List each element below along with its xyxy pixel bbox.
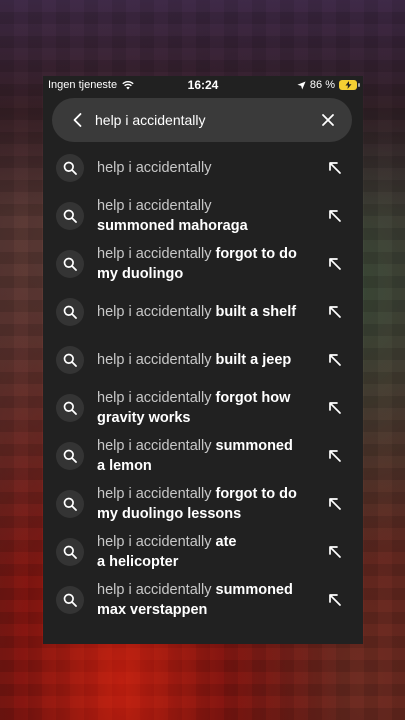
close-icon[interactable] xyxy=(318,110,338,130)
search-icon xyxy=(56,250,84,278)
suggestion-text: help i accidentally summoned max verstapp… xyxy=(97,576,317,624)
query-text: help i accidentally xyxy=(97,304,216,320)
completion-text: a lemon xyxy=(97,458,152,474)
fill-query-arrow-icon[interactable] xyxy=(325,302,345,322)
completion-text: forgot to do xyxy=(215,486,297,502)
suggestion-text: help i accidentally xyxy=(97,144,317,192)
completion-text: built a shelf xyxy=(215,304,297,320)
suggestion-line: help i accidentally forgot to do xyxy=(97,244,317,264)
query-text: help i accidentally xyxy=(97,390,216,406)
suggestion-line: help i accidentally ate xyxy=(97,532,317,552)
suggestion-line: summoned mahoraga xyxy=(97,216,317,236)
suggestion-line: my duolingo xyxy=(97,264,317,284)
search-icon xyxy=(56,298,84,326)
query-text: help i accidentally xyxy=(97,534,216,550)
query-text: help i accidentally xyxy=(97,246,216,262)
query-text: help i accidentally xyxy=(97,160,212,176)
search-icon xyxy=(56,586,84,614)
query-text: help i accidentally xyxy=(97,438,216,454)
search-icon xyxy=(56,442,84,470)
completion-text: a helicopter xyxy=(97,554,179,570)
suggestion-line: help i accidentally forgot how xyxy=(97,388,317,408)
suggestion-text: help i accidentally forgot to do my duoli… xyxy=(97,240,317,288)
status-right: 86 % xyxy=(297,79,360,91)
suggestion-list: help i accidentally help i accidentally su… xyxy=(43,144,363,624)
fill-query-arrow-icon[interactable] xyxy=(325,398,345,418)
suggestion-item[interactable]: help i accidentally forgot to do my duoli… xyxy=(43,240,363,288)
fill-query-arrow-icon[interactable] xyxy=(325,542,345,562)
completion-text: forgot how xyxy=(215,390,291,406)
battery-charging-icon xyxy=(339,80,360,90)
suggestion-text: help i accidentally forgot to do my duoli… xyxy=(97,480,317,528)
search-icon xyxy=(56,346,84,374)
search-panel: Ingen tjeneste 16:24 86 % help i acciden… xyxy=(43,76,363,644)
suggestion-text: help i accidentally forgot how gravity wo… xyxy=(97,384,317,432)
suggestion-text: help i accidentally built a jeep xyxy=(97,336,317,384)
search-icon xyxy=(56,490,84,518)
fill-query-arrow-icon[interactable] xyxy=(325,446,345,466)
query-text: help i accidentally xyxy=(97,486,216,502)
suggestion-text: help i accidentally summoned mahoraga xyxy=(97,192,317,240)
fill-query-arrow-icon[interactable] xyxy=(325,350,345,370)
search-input[interactable] xyxy=(95,108,305,132)
suggestion-item[interactable]: help i accidentally xyxy=(43,144,363,192)
fill-query-arrow-icon[interactable] xyxy=(325,206,345,226)
suggestion-item[interactable]: help i accidentally forgot to do my duoli… xyxy=(43,480,363,528)
battery-percent: 86 % xyxy=(309,79,335,91)
completion-text: summoned xyxy=(215,438,293,454)
suggestion-item[interactable]: help i accidentally built a jeep xyxy=(43,336,363,384)
suggestion-line: a helicopter xyxy=(97,552,317,572)
completion-text: ate xyxy=(215,534,237,550)
suggestion-line: help i accidentally xyxy=(97,196,317,216)
suggestion-line: help i accidentally xyxy=(97,158,317,178)
completion-text: my duolingo xyxy=(97,266,184,282)
suggestion-item[interactable]: help i accidentally summoned a lemon xyxy=(43,432,363,480)
suggestion-line: help i accidentally built a shelf xyxy=(97,302,317,322)
completion-text: max verstappen xyxy=(97,602,208,618)
suggestion-text: help i accidentally built a shelf xyxy=(97,288,317,336)
fill-query-arrow-icon[interactable] xyxy=(325,494,345,514)
fill-query-arrow-icon[interactable] xyxy=(325,590,345,610)
suggestion-item[interactable]: help i accidentally ate a helicopter xyxy=(43,528,363,576)
completion-text: gravity works xyxy=(97,410,191,426)
suggestion-item[interactable]: help i accidentally summoned max verstapp… xyxy=(43,576,363,624)
query-text: help i accidentally xyxy=(97,352,216,368)
search-bar xyxy=(52,98,352,142)
search-icon xyxy=(56,394,84,422)
query-text: help i accidentally xyxy=(97,198,212,214)
location-arrow-icon xyxy=(297,80,306,90)
search-icon xyxy=(56,154,84,182)
fill-query-arrow-icon[interactable] xyxy=(325,158,345,178)
suggestion-line: help i accidentally summoned xyxy=(97,436,317,456)
suggestion-line: help i accidentally built a jeep xyxy=(97,350,317,370)
search-icon xyxy=(56,538,84,566)
suggestion-item[interactable]: help i accidentally built a shelf xyxy=(43,288,363,336)
suggestion-line: gravity works xyxy=(97,408,317,428)
suggestion-item[interactable]: help i accidentally forgot how gravity wo… xyxy=(43,384,363,432)
completion-text: summoned xyxy=(215,582,293,598)
completion-text: summoned mahoraga xyxy=(97,218,248,234)
suggestion-line: my duolingo lessons xyxy=(97,504,317,524)
suggestion-line: max verstappen xyxy=(97,600,317,620)
suggestion-item[interactable]: help i accidentally summoned mahoraga xyxy=(43,192,363,240)
suggestion-line: help i accidentally summoned xyxy=(97,580,317,600)
suggestion-text: help i accidentally ate a helicopter xyxy=(97,528,317,576)
chevron-left-icon[interactable] xyxy=(68,110,88,130)
completion-text: built a jeep xyxy=(215,352,292,368)
search-icon xyxy=(56,202,84,230)
status-bar: Ingen tjeneste 16:24 86 % xyxy=(43,76,363,94)
completion-text: my duolingo lessons xyxy=(97,506,242,522)
suggestion-line: help i accidentally forgot to do xyxy=(97,484,317,504)
suggestion-text: help i accidentally summoned a lemon xyxy=(97,432,317,480)
completion-text: forgot to do xyxy=(215,246,297,262)
suggestion-line: a lemon xyxy=(97,456,317,476)
query-text: help i accidentally xyxy=(97,582,216,598)
fill-query-arrow-icon[interactable] xyxy=(325,254,345,274)
